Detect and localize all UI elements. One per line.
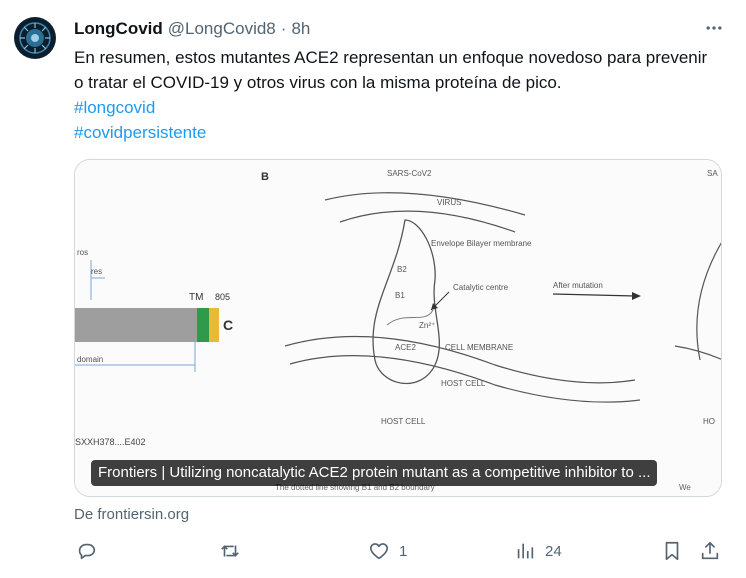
figure-label: TM: [189, 292, 203, 303]
figure-label: Catalytic centre: [453, 283, 509, 292]
figure-label: res: [91, 267, 102, 276]
link-card[interactable]: B ros res TM 805 C domain SXXH378....E40…: [74, 159, 722, 497]
figure-label: B: [261, 171, 269, 183]
figure-label: B2: [397, 265, 407, 274]
bookmark-button[interactable]: [661, 536, 683, 566]
more-options-button[interactable]: [702, 18, 726, 38]
hashtag-link[interactable]: #longcovid: [74, 95, 714, 120]
figure-label: HOST CELL: [381, 417, 426, 426]
separator-dot: ·: [280, 19, 287, 38]
like-count: 1: [399, 542, 408, 560]
bookmark-icon: [665, 541, 679, 561]
author-name[interactable]: LongCovid: [74, 19, 163, 39]
views-chart-icon: [517, 543, 534, 559]
views-button[interactable]: 24: [514, 536, 562, 566]
figure-label: SXXH378....E402: [75, 437, 146, 447]
more-dots-icon: [706, 26, 722, 30]
figure-label: SA: [707, 169, 718, 178]
tweet: LongCovid @LongCovid8 · 8h En resumen, e…: [0, 0, 746, 578]
figure-label: CELL MEMBRANE: [445, 343, 513, 352]
card-source[interactable]: De frontiersin.org: [74, 506, 189, 523]
figure-label: Envelope Bilayer membrane: [431, 239, 532, 248]
tweet-text: En resumen, estos mutantes ACE2 represen…: [74, 48, 708, 92]
figure-label: 805: [215, 292, 230, 302]
figure-label: C: [223, 317, 233, 333]
author-handle[interactable]: @LongCovid8: [168, 19, 276, 39]
heart-icon: [369, 543, 389, 560]
hashtag-link[interactable]: #covidpersistente: [74, 120, 714, 145]
figure-label: domain: [77, 355, 103, 364]
reply-button[interactable]: [76, 536, 107, 566]
like-button[interactable]: 1: [368, 536, 407, 566]
retweet-icon: [221, 545, 239, 557]
avatar[interactable]: [14, 17, 56, 59]
share-icon: [701, 541, 719, 560]
views-count: 24: [545, 542, 562, 560]
figure-label: HO: [703, 417, 715, 426]
figure-label: HOST CELL: [441, 379, 486, 388]
figure-label: SARS-CoV2: [387, 169, 432, 178]
card-figure-image: B ros res TM 805 C domain SXXH378....E40…: [75, 160, 721, 496]
figure-label: B1: [395, 291, 405, 300]
timestamp[interactable]: 8h: [291, 19, 310, 39]
retweet-button[interactable]: [219, 536, 250, 566]
tweet-header: LongCovid @LongCovid8 · 8h: [74, 18, 310, 40]
action-bar: 1 24: [74, 536, 724, 566]
figure-label: We: [679, 483, 691, 492]
figure-label: VIRUS: [437, 198, 461, 207]
figure-label: Zn²⁺: [419, 321, 435, 330]
figure-label: ros: [77, 248, 88, 257]
card-title-caption[interactable]: Frontiers | Utilizing noncatalytic ACE2 …: [91, 460, 658, 486]
tweet-text-block: En resumen, estos mutantes ACE2 represen…: [74, 45, 714, 145]
figure-label: After mutation: [553, 281, 603, 290]
avatar-logo-icon: [15, 18, 55, 58]
share-button[interactable]: [699, 536, 721, 566]
reply-icon: [78, 543, 96, 560]
figure-label: ACE2: [395, 343, 416, 352]
